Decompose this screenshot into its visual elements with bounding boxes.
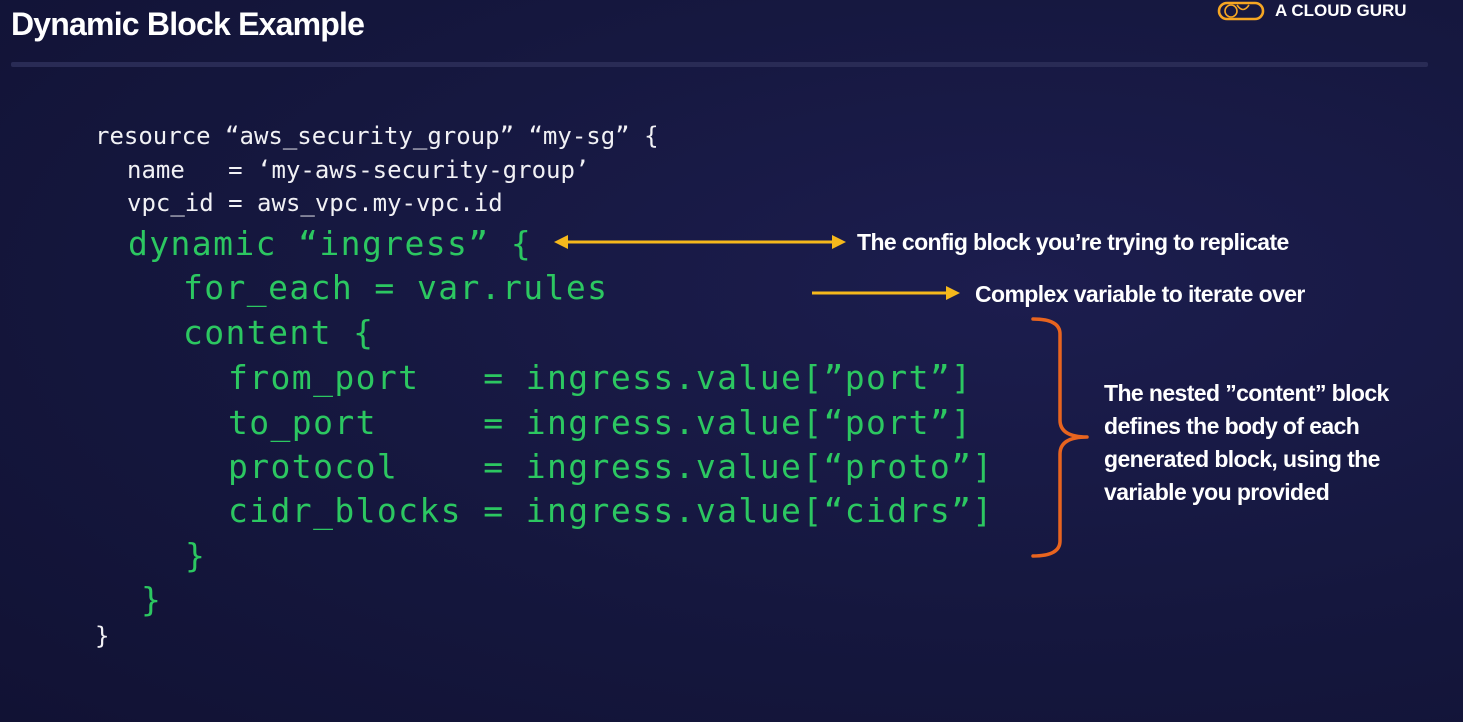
code-line-resource: resource “aws_security_group” “my-sg” { xyxy=(95,122,659,150)
code-line-cidr-blocks: cidr_blocks = ingress.value[“cidrs”] xyxy=(228,491,994,530)
code-line-to-port: to_port = ingress.value[“port”] xyxy=(228,403,973,442)
annotation-config-block: The config block you’re trying to replic… xyxy=(857,229,1289,255)
code-line-close-resource: } xyxy=(95,622,110,650)
brand-logo: A CLOUD GURU xyxy=(1217,0,1407,22)
content-brace xyxy=(1031,317,1089,558)
annotation-complex-variable: Complex variable to iterate over xyxy=(975,281,1305,307)
code-line-from-port: from_port = ingress.value[”port”] xyxy=(228,358,973,397)
code-line-for-each: for_each = var.rules xyxy=(183,268,609,307)
arrow-complex-variable xyxy=(812,286,960,300)
slide-title: Dynamic Block Example xyxy=(11,6,365,42)
code-line-close-dynamic: } xyxy=(141,580,163,619)
annotation-content-block: The nested ”content” block defines the b… xyxy=(1104,380,1389,505)
code-line-protocol: protocol = ingress.value[“proto”] xyxy=(228,447,994,486)
arrow-config-block xyxy=(554,235,846,249)
cloud-guru-logo-icon xyxy=(1217,1,1265,21)
title-divider xyxy=(11,62,1428,67)
code-line-dynamic: dynamic “ingress” { xyxy=(128,224,533,263)
code-line-name: name = ‘my-aws-security-group’ xyxy=(127,156,590,184)
code-line-content: content { xyxy=(183,313,375,352)
brand-name: A CLOUD GURU xyxy=(1275,1,1407,20)
code-line-vpc-id: vpc_id = aws_vpc.my-vpc.id xyxy=(127,189,503,217)
code-line-close-content: } xyxy=(185,536,207,575)
